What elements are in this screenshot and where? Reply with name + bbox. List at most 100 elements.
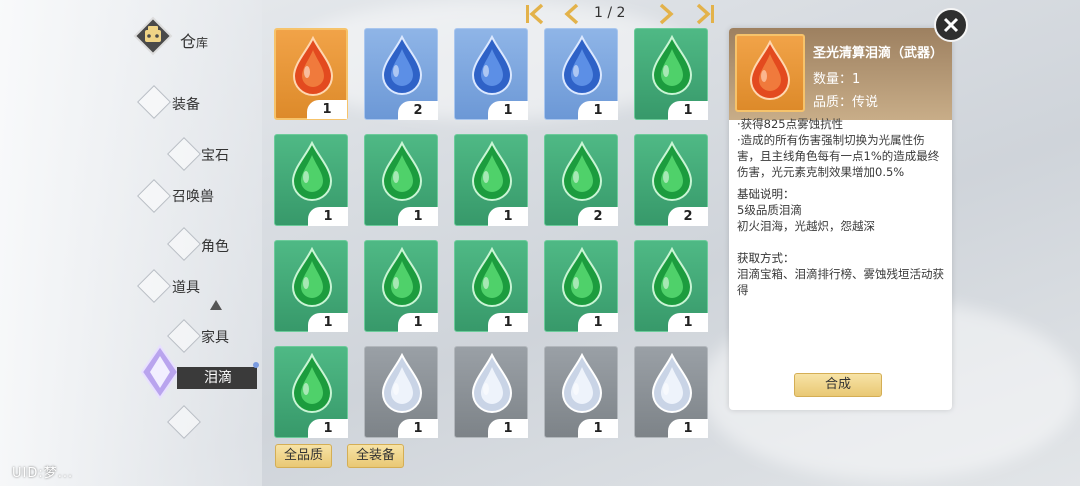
- teardrop-gem-icon: [381, 141, 423, 201]
- teardrop-gem-icon: [291, 247, 333, 307]
- category-sidebar: 仓库 装备 宝石 召唤兽 角色 道具 家具 泪滴 UID:梦...: [0, 0, 262, 486]
- teardrop-gem-icon: [651, 35, 693, 95]
- category-equipment[interactable]: 装备: [172, 94, 200, 114]
- inventory-slot[interactable]: 2: [364, 28, 438, 120]
- category-items[interactable]: 道具: [172, 277, 200, 297]
- basic-info-line: 5级品质泪滴: [737, 203, 802, 217]
- slot-count: 1: [668, 101, 708, 120]
- quality-filter-button[interactable]: 全品质: [275, 444, 333, 468]
- item-description: ·获得825点雾蚀抗性 ·造成的所有伤害强制切换为光属性伤害，且主线角色每有一点…: [737, 117, 947, 298]
- inventory-slot[interactable]: 2: [634, 134, 708, 226]
- slot-count: 1: [307, 100, 347, 119]
- inventory-slot[interactable]: 1: [274, 134, 348, 226]
- slot-count: 1: [398, 419, 438, 438]
- teardrop-gem-icon: [651, 353, 693, 413]
- inventory-slot[interactable]: 1: [454, 346, 528, 438]
- teardrop-gem-icon: [471, 247, 513, 307]
- category-teardrop-active[interactable]: 泪滴: [177, 367, 257, 389]
- slot-count: 1: [668, 419, 708, 438]
- inventory-slot[interactable]: 1: [454, 28, 528, 120]
- slot-count: 1: [578, 101, 618, 120]
- close-icon: [943, 17, 959, 33]
- notification-dot: [253, 362, 259, 368]
- inventory-slot[interactable]: 1: [634, 240, 708, 332]
- teardrop-gem-icon: [561, 35, 603, 95]
- inventory-slot[interactable]: 1: [544, 28, 618, 120]
- teardrop-gem-icon: [291, 353, 333, 413]
- inventory-slot[interactable]: 1: [544, 240, 618, 332]
- basic-info-title: 基础说明：: [737, 187, 795, 201]
- category-summons[interactable]: 召唤兽: [172, 186, 214, 206]
- teardrop-gem-icon: [381, 353, 423, 413]
- teardrop-gem-icon: [381, 247, 423, 307]
- slot-count: 1: [578, 313, 618, 332]
- inventory-slot[interactable]: 1: [454, 240, 528, 332]
- source-title: 获取方式：: [737, 251, 795, 265]
- slot-count: 1: [578, 419, 618, 438]
- category-marker: [167, 227, 201, 261]
- first-page-icon[interactable]: [524, 2, 546, 26]
- teardrop-gem-icon: [292, 36, 334, 96]
- prev-page-icon[interactable]: [562, 2, 582, 26]
- slot-count: 2: [578, 207, 618, 226]
- item-detail-header: 圣光清算泪滴（武器） 数量：1 品质：传说: [729, 28, 952, 120]
- slot-count: 1: [308, 313, 348, 332]
- inventory-slot[interactable]: 2: [544, 134, 618, 226]
- slot-count: 2: [398, 101, 438, 120]
- user-uid: UID:梦...: [12, 466, 74, 481]
- effect-line: ·获得825点雾蚀抗性: [737, 117, 844, 131]
- item-detail-icon-box: [735, 34, 805, 112]
- slot-count: 1: [488, 419, 528, 438]
- slot-count: 1: [398, 313, 438, 332]
- item-quality: 品质：传说: [813, 95, 879, 110]
- slot-count: 1: [398, 207, 438, 226]
- teardrop-gem-icon: [561, 247, 603, 307]
- category-furniture[interactable]: 家具: [201, 327, 229, 347]
- effect-line: ·造成的所有伤害强制切换为光属性伤害，且主线角色每有一点1%的造成最终伤害，光元…: [737, 133, 940, 179]
- active-category-gem-icon: [140, 344, 180, 400]
- teardrop-gem-icon: [561, 353, 603, 413]
- warehouse-icon[interactable]: [133, 16, 173, 56]
- slot-count: 1: [488, 101, 528, 120]
- inventory-slot[interactable]: 1: [544, 346, 618, 438]
- last-page-icon[interactable]: [694, 2, 716, 26]
- category-marker: [167, 405, 201, 439]
- teardrop-gem-icon: [291, 141, 333, 201]
- inventory-slot[interactable]: 1: [364, 240, 438, 332]
- slot-count: 2: [668, 207, 708, 226]
- teardrop-gem-icon: [651, 247, 693, 307]
- expand-arrow-icon: [210, 300, 222, 310]
- item-detail-panel: 圣光清算泪滴（武器） 数量：1 品质：传说 ·获得825点雾蚀抗性 ·造成的所有…: [729, 28, 952, 410]
- inventory-slot[interactable]: 1: [274, 240, 348, 332]
- teardrop-gem-icon: [381, 35, 423, 95]
- inventory-slot[interactable]: 1: [274, 346, 348, 438]
- category-marker: [137, 269, 171, 303]
- item-quantity: 数量：1: [813, 72, 861, 87]
- close-button[interactable]: [934, 8, 968, 42]
- inventory-slot[interactable]: 1: [364, 134, 438, 226]
- slot-count: 1: [668, 313, 708, 332]
- inventory-slot[interactable]: 1: [454, 134, 528, 226]
- inventory-slot[interactable]: 1: [634, 346, 708, 438]
- next-page-icon[interactable]: [656, 2, 676, 26]
- category-characters[interactable]: 角色: [201, 236, 229, 256]
- slot-count: 1: [308, 419, 348, 438]
- category-gems[interactable]: 宝石: [201, 145, 229, 165]
- slot-count: 1: [308, 207, 348, 226]
- inventory-slot[interactable]: 1: [274, 28, 348, 120]
- teardrop-gem-icon: [749, 40, 791, 100]
- warehouse-title: 仓库: [180, 32, 209, 51]
- inventory-slot[interactable]: 1: [634, 28, 708, 120]
- teardrop-gem-icon: [471, 141, 513, 201]
- item-name: 圣光清算泪滴（武器）: [813, 46, 944, 61]
- basic-info-line: 初火泪海，光越炽，怨越深: [737, 219, 875, 233]
- page-indicator: 1 / 2: [594, 5, 626, 21]
- teardrop-gem-icon: [651, 141, 693, 201]
- category-marker: [167, 137, 201, 171]
- category-marker: [137, 85, 171, 119]
- equipment-filter-button[interactable]: 全装备: [347, 444, 405, 468]
- source-line: 泪滴宝箱、泪滴排行榜、雾蚀残垣活动获得: [737, 267, 944, 297]
- slot-count: 1: [488, 313, 528, 332]
- synthesize-button[interactable]: 合成: [794, 373, 882, 397]
- inventory-slot[interactable]: 1: [364, 346, 438, 438]
